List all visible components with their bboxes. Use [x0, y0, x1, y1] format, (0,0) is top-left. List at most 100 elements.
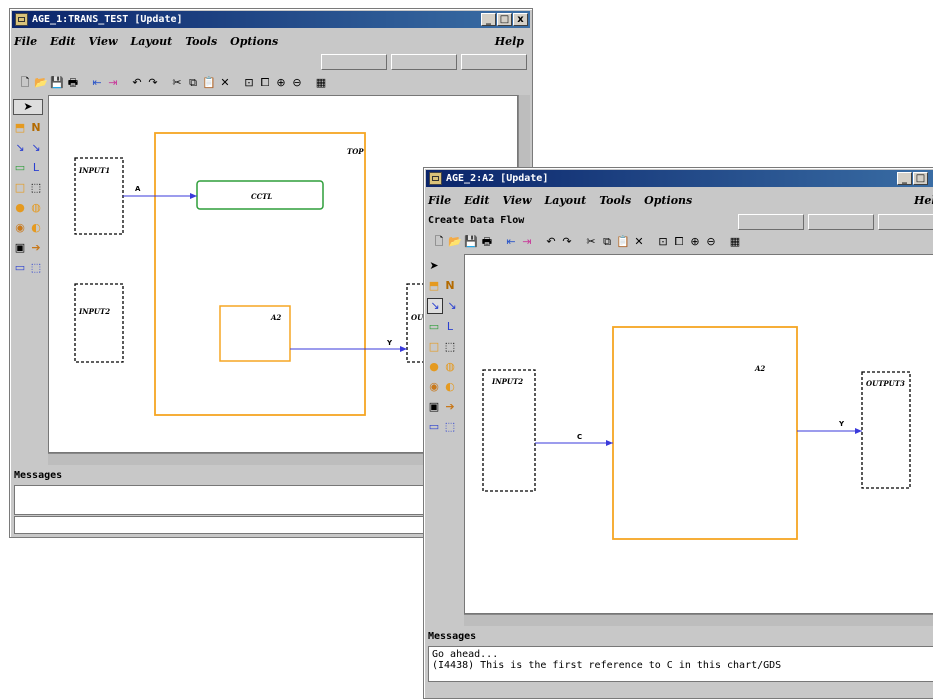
- storage-tool-icon[interactable]: ▣: [427, 400, 441, 414]
- transition-tool-icon[interactable]: ↘: [427, 298, 443, 314]
- print-icon[interactable]: 🖶: [480, 235, 494, 249]
- menu-file-2[interactable]: File: [428, 194, 451, 210]
- dashed-port-icon[interactable]: ⬚: [443, 420, 457, 434]
- input2-block-2[interactable]: [482, 369, 536, 492]
- menu-layout-2[interactable]: Layout: [545, 194, 587, 210]
- back-icon[interactable]: ⇤: [504, 235, 518, 249]
- storage-tool-icon[interactable]: ▣: [13, 241, 27, 255]
- transition2-tool-icon[interactable]: ↘: [29, 141, 43, 155]
- panel-button-2-3[interactable]: [878, 214, 933, 230]
- a2-state-2[interactable]: [612, 326, 798, 540]
- transition-tool-icon[interactable]: ↘: [13, 141, 27, 155]
- open-icon[interactable]: 📂: [448, 235, 462, 249]
- menu-options-2[interactable]: Options: [644, 194, 692, 210]
- menu-tools-2[interactable]: Tools: [599, 194, 631, 210]
- menu-edit[interactable]: Edit: [50, 35, 75, 51]
- label-tool-icon[interactable]: L: [29, 161, 43, 175]
- horizontal-scrollbar-2[interactable]: [464, 614, 933, 626]
- rounded-state-icon[interactable]: ▭: [13, 161, 27, 175]
- maximize-button-2[interactable]: □: [913, 172, 928, 185]
- zoom-in-icon[interactable]: ⊕: [274, 76, 288, 90]
- dashed-box-icon[interactable]: ⬚: [29, 181, 43, 195]
- maximize-button[interactable]: □: [497, 13, 512, 26]
- port-tool-icon[interactable]: ▭: [427, 420, 441, 434]
- note-tool-icon[interactable]: N: [443, 279, 457, 293]
- junction-tool-icon[interactable]: ◉: [13, 221, 27, 235]
- minimize-button[interactable]: _: [481, 13, 496, 26]
- zoom-window-icon[interactable]: ⧠: [258, 76, 272, 90]
- select-arrow-icon[interactable]: ➤: [427, 259, 441, 273]
- undo-icon[interactable]: ↶: [130, 76, 144, 90]
- rounded-state-icon[interactable]: ▭: [427, 320, 441, 334]
- transition2-tool-icon[interactable]: ↘: [445, 299, 459, 313]
- cut-icon[interactable]: ✂: [170, 76, 184, 90]
- dashed-box-icon[interactable]: ⬚: [443, 340, 457, 354]
- zoom-out-icon[interactable]: ⊖: [704, 235, 718, 249]
- panel-button-2[interactable]: [391, 54, 457, 70]
- circle-tool-icon[interactable]: ●: [427, 360, 441, 374]
- back-icon[interactable]: ⇤: [90, 76, 104, 90]
- redo-icon[interactable]: ↷: [560, 235, 574, 249]
- state-tool-icon[interactable]: ⬒: [427, 279, 441, 293]
- note-tool-icon[interactable]: N: [29, 121, 43, 135]
- grid-icon[interactable]: ▦: [728, 235, 742, 249]
- history-tool-icon[interactable]: ◍: [443, 360, 457, 374]
- dashed-port-icon[interactable]: ⬚: [29, 261, 43, 275]
- zoom-window-icon[interactable]: ⧠: [672, 235, 686, 249]
- delete-icon[interactable]: ✕: [632, 235, 646, 249]
- paste-icon[interactable]: 📋: [202, 76, 216, 90]
- flow-tool-icon[interactable]: ➔: [443, 400, 457, 414]
- undo-icon[interactable]: ↶: [544, 235, 558, 249]
- close-button[interactable]: x: [513, 13, 528, 26]
- state-tool-icon[interactable]: ⬒: [13, 121, 27, 135]
- zoom-in-icon[interactable]: ⊕: [688, 235, 702, 249]
- diagram-canvas-2[interactable]: INPUT2 A2 OUTPUT3 C Y: [464, 254, 933, 614]
- flow-tool-icon[interactable]: ➔: [29, 241, 43, 255]
- junction-tool-icon[interactable]: ◉: [427, 380, 441, 394]
- fit-icon[interactable]: ⊡: [656, 235, 670, 249]
- new-icon[interactable]: 🗋: [432, 235, 446, 249]
- history-tool-icon[interactable]: ◍: [29, 201, 43, 215]
- fit-icon[interactable]: ⊡: [242, 76, 256, 90]
- box-tool-icon[interactable]: □: [13, 181, 27, 195]
- select-arrow-icon[interactable]: ➤: [13, 99, 43, 115]
- copy-icon[interactable]: ⧉: [186, 76, 200, 90]
- minimize-button-2[interactable]: _: [897, 172, 912, 185]
- box-tool-icon[interactable]: □: [427, 340, 441, 354]
- menu-view[interactable]: View: [89, 35, 118, 51]
- circle-tool-icon[interactable]: ●: [13, 201, 27, 215]
- open-icon[interactable]: 📂: [34, 76, 48, 90]
- messages-area-2[interactable]: Go ahead... (I4438) This is the first ref…: [428, 646, 933, 682]
- menu-options[interactable]: Options: [230, 35, 278, 51]
- redo-icon[interactable]: ↷: [146, 76, 160, 90]
- menu-help[interactable]: Help: [495, 35, 524, 48]
- top-state[interactable]: [154, 132, 366, 416]
- menu-tools[interactable]: Tools: [185, 35, 217, 51]
- menu-view-2[interactable]: View: [503, 194, 532, 210]
- condition-tool-icon[interactable]: ◐: [443, 380, 457, 394]
- delete-icon[interactable]: ✕: [218, 76, 232, 90]
- save-icon[interactable]: 💾: [464, 235, 478, 249]
- input2-block[interactable]: [74, 283, 124, 363]
- title-bar[interactable]: AGE_1:TRANS_TEST [Update] _ □ x: [12, 11, 530, 28]
- output3-block[interactable]: [861, 371, 911, 489]
- panel-button-2-2[interactable]: [808, 214, 874, 230]
- zoom-out-icon[interactable]: ⊖: [290, 76, 304, 90]
- forward-icon[interactable]: ⇥: [106, 76, 120, 90]
- menu-help-2[interactable]: Help: [914, 194, 933, 207]
- title-bar-2[interactable]: AGE_2:A2 [Update] _ □: [426, 170, 933, 187]
- save-icon[interactable]: 💾: [50, 76, 64, 90]
- paste-icon[interactable]: 📋: [616, 235, 630, 249]
- new-icon[interactable]: 🗋: [18, 76, 32, 90]
- grid-icon[interactable]: ▦: [314, 76, 328, 90]
- label-tool-icon[interactable]: L: [443, 320, 457, 334]
- copy-icon[interactable]: ⧉: [600, 235, 614, 249]
- panel-button-2-1[interactable]: [738, 214, 804, 230]
- cut-icon[interactable]: ✂: [584, 235, 598, 249]
- print-icon[interactable]: 🖶: [66, 76, 80, 90]
- condition-tool-icon[interactable]: ◐: [29, 221, 43, 235]
- forward-icon[interactable]: ⇥: [520, 235, 534, 249]
- menu-file[interactable]: File: [14, 35, 37, 51]
- panel-button-1[interactable]: [321, 54, 387, 70]
- port-tool-icon[interactable]: ▭: [13, 261, 27, 275]
